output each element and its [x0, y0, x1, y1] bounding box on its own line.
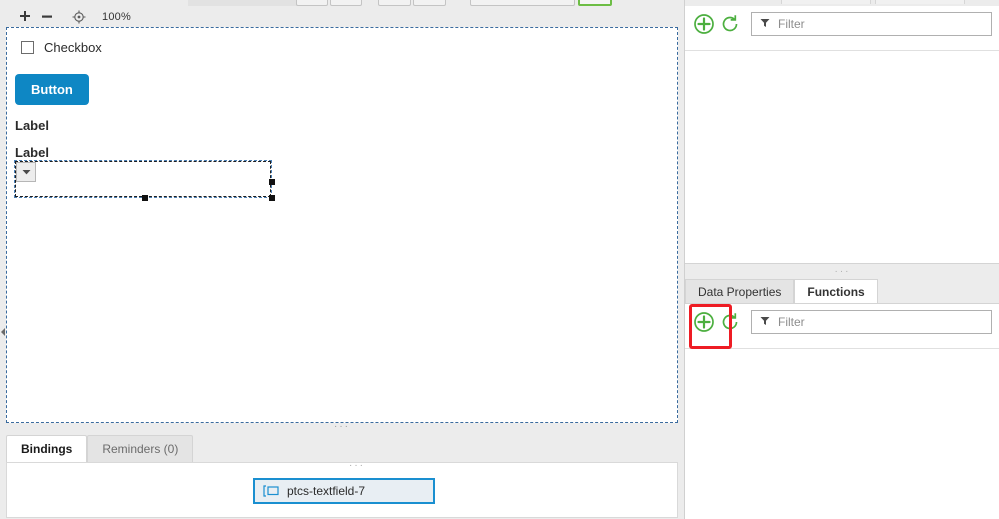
zoom-level-label: 100%	[102, 11, 131, 23]
right-panel-tabrow: Data Properties Functions	[685, 279, 999, 303]
bindings-body: ··· ptcs-textfield-7	[6, 460, 678, 518]
funnel-icon	[760, 17, 770, 31]
funnel-icon	[760, 315, 770, 329]
bindings-panel: Bindings Reminders (0) ··· ptcs-textfiel…	[0, 430, 684, 519]
data-panel-toolbar: Filter	[685, 6, 999, 42]
refresh-circle-icon[interactable]	[719, 311, 741, 333]
mashup-canvas[interactable]: Checkbox Button Label Label ···	[6, 27, 678, 432]
filter-placeholder-top: Filter	[778, 17, 805, 31]
zoom-toolbar: 100%	[0, 8, 684, 26]
toolbar-strip	[0, 0, 684, 8]
right-panel: Filter ··· Data Properties Functions Fil…	[684, 0, 999, 519]
plus-circle-icon[interactable]	[693, 13, 715, 35]
divider-bottom	[685, 348, 999, 349]
toolbar-item-flat[interactable]	[188, 0, 312, 6]
data-panel-top: Filter	[685, 6, 999, 264]
bindings-splitter-grip[interactable]: ···	[349, 460, 365, 471]
checkbox-label: Checkbox	[44, 40, 102, 55]
binding-chip[interactable]: ptcs-textfield-7	[253, 478, 435, 504]
toolbar-item-4[interactable]	[413, 0, 446, 6]
tab-data-properties[interactable]: Data Properties	[685, 279, 795, 303]
functions-panel: Filter	[685, 303, 999, 519]
divider-top	[685, 50, 999, 51]
canvas-label-widget-1: Label	[15, 118, 49, 133]
tab-functions[interactable]: Functions	[794, 279, 878, 303]
mashup-builder-window: 100% Checkbox Button Label Label ··· Bin…	[0, 0, 999, 519]
canvas-button-widget[interactable]: Button	[15, 74, 89, 105]
right-panel-splitter-grip[interactable]: ···	[835, 266, 851, 277]
right-panel-splitter[interactable]: ···	[685, 264, 999, 278]
target-icon[interactable]	[68, 8, 90, 26]
plus-icon[interactable]	[14, 8, 36, 26]
binding-chip-label: ptcs-textfield-7	[287, 484, 366, 498]
caret-down-icon[interactable]	[16, 162, 36, 182]
filter-input-top[interactable]: Filter	[751, 12, 992, 36]
toolbar-item-5[interactable]	[470, 0, 575, 6]
refresh-circle-icon[interactable]	[719, 13, 741, 35]
right-panel-tab-stub-1[interactable]	[781, 0, 871, 4]
canvas-checkbox-widget[interactable]: Checkbox	[21, 40, 102, 55]
plus-circle-icon[interactable]	[693, 311, 715, 333]
toolbar-item-1[interactable]	[296, 0, 328, 6]
canvas-label-widget-2: Label	[15, 145, 49, 160]
bindings-tabrow: Bindings Reminders (0)	[6, 435, 194, 462]
resize-handle-right[interactable]	[269, 179, 275, 185]
toolbar-item-2[interactable]	[330, 0, 362, 6]
tab-reminders[interactable]: Reminders (0)	[87, 435, 194, 462]
widget-icon	[263, 485, 279, 497]
tab-bindings[interactable]: Bindings	[6, 435, 88, 462]
functions-toolbar: Filter	[685, 304, 999, 340]
resize-handle-bottom-right[interactable]	[269, 195, 275, 201]
minus-icon[interactable]	[36, 8, 58, 26]
filter-input-bottom[interactable]: Filter	[751, 310, 992, 334]
canvas-dropdown-widget-selected[interactable]	[14, 160, 275, 201]
resize-handle-bottom[interactable]	[142, 195, 148, 201]
filter-placeholder-bottom: Filter	[778, 315, 805, 329]
right-panel-tab-stub-2[interactable]	[875, 0, 965, 4]
toolbar-save-button[interactable]	[578, 0, 612, 6]
checkbox-box[interactable]	[21, 41, 34, 54]
toolbar-item-3[interactable]	[378, 0, 411, 6]
